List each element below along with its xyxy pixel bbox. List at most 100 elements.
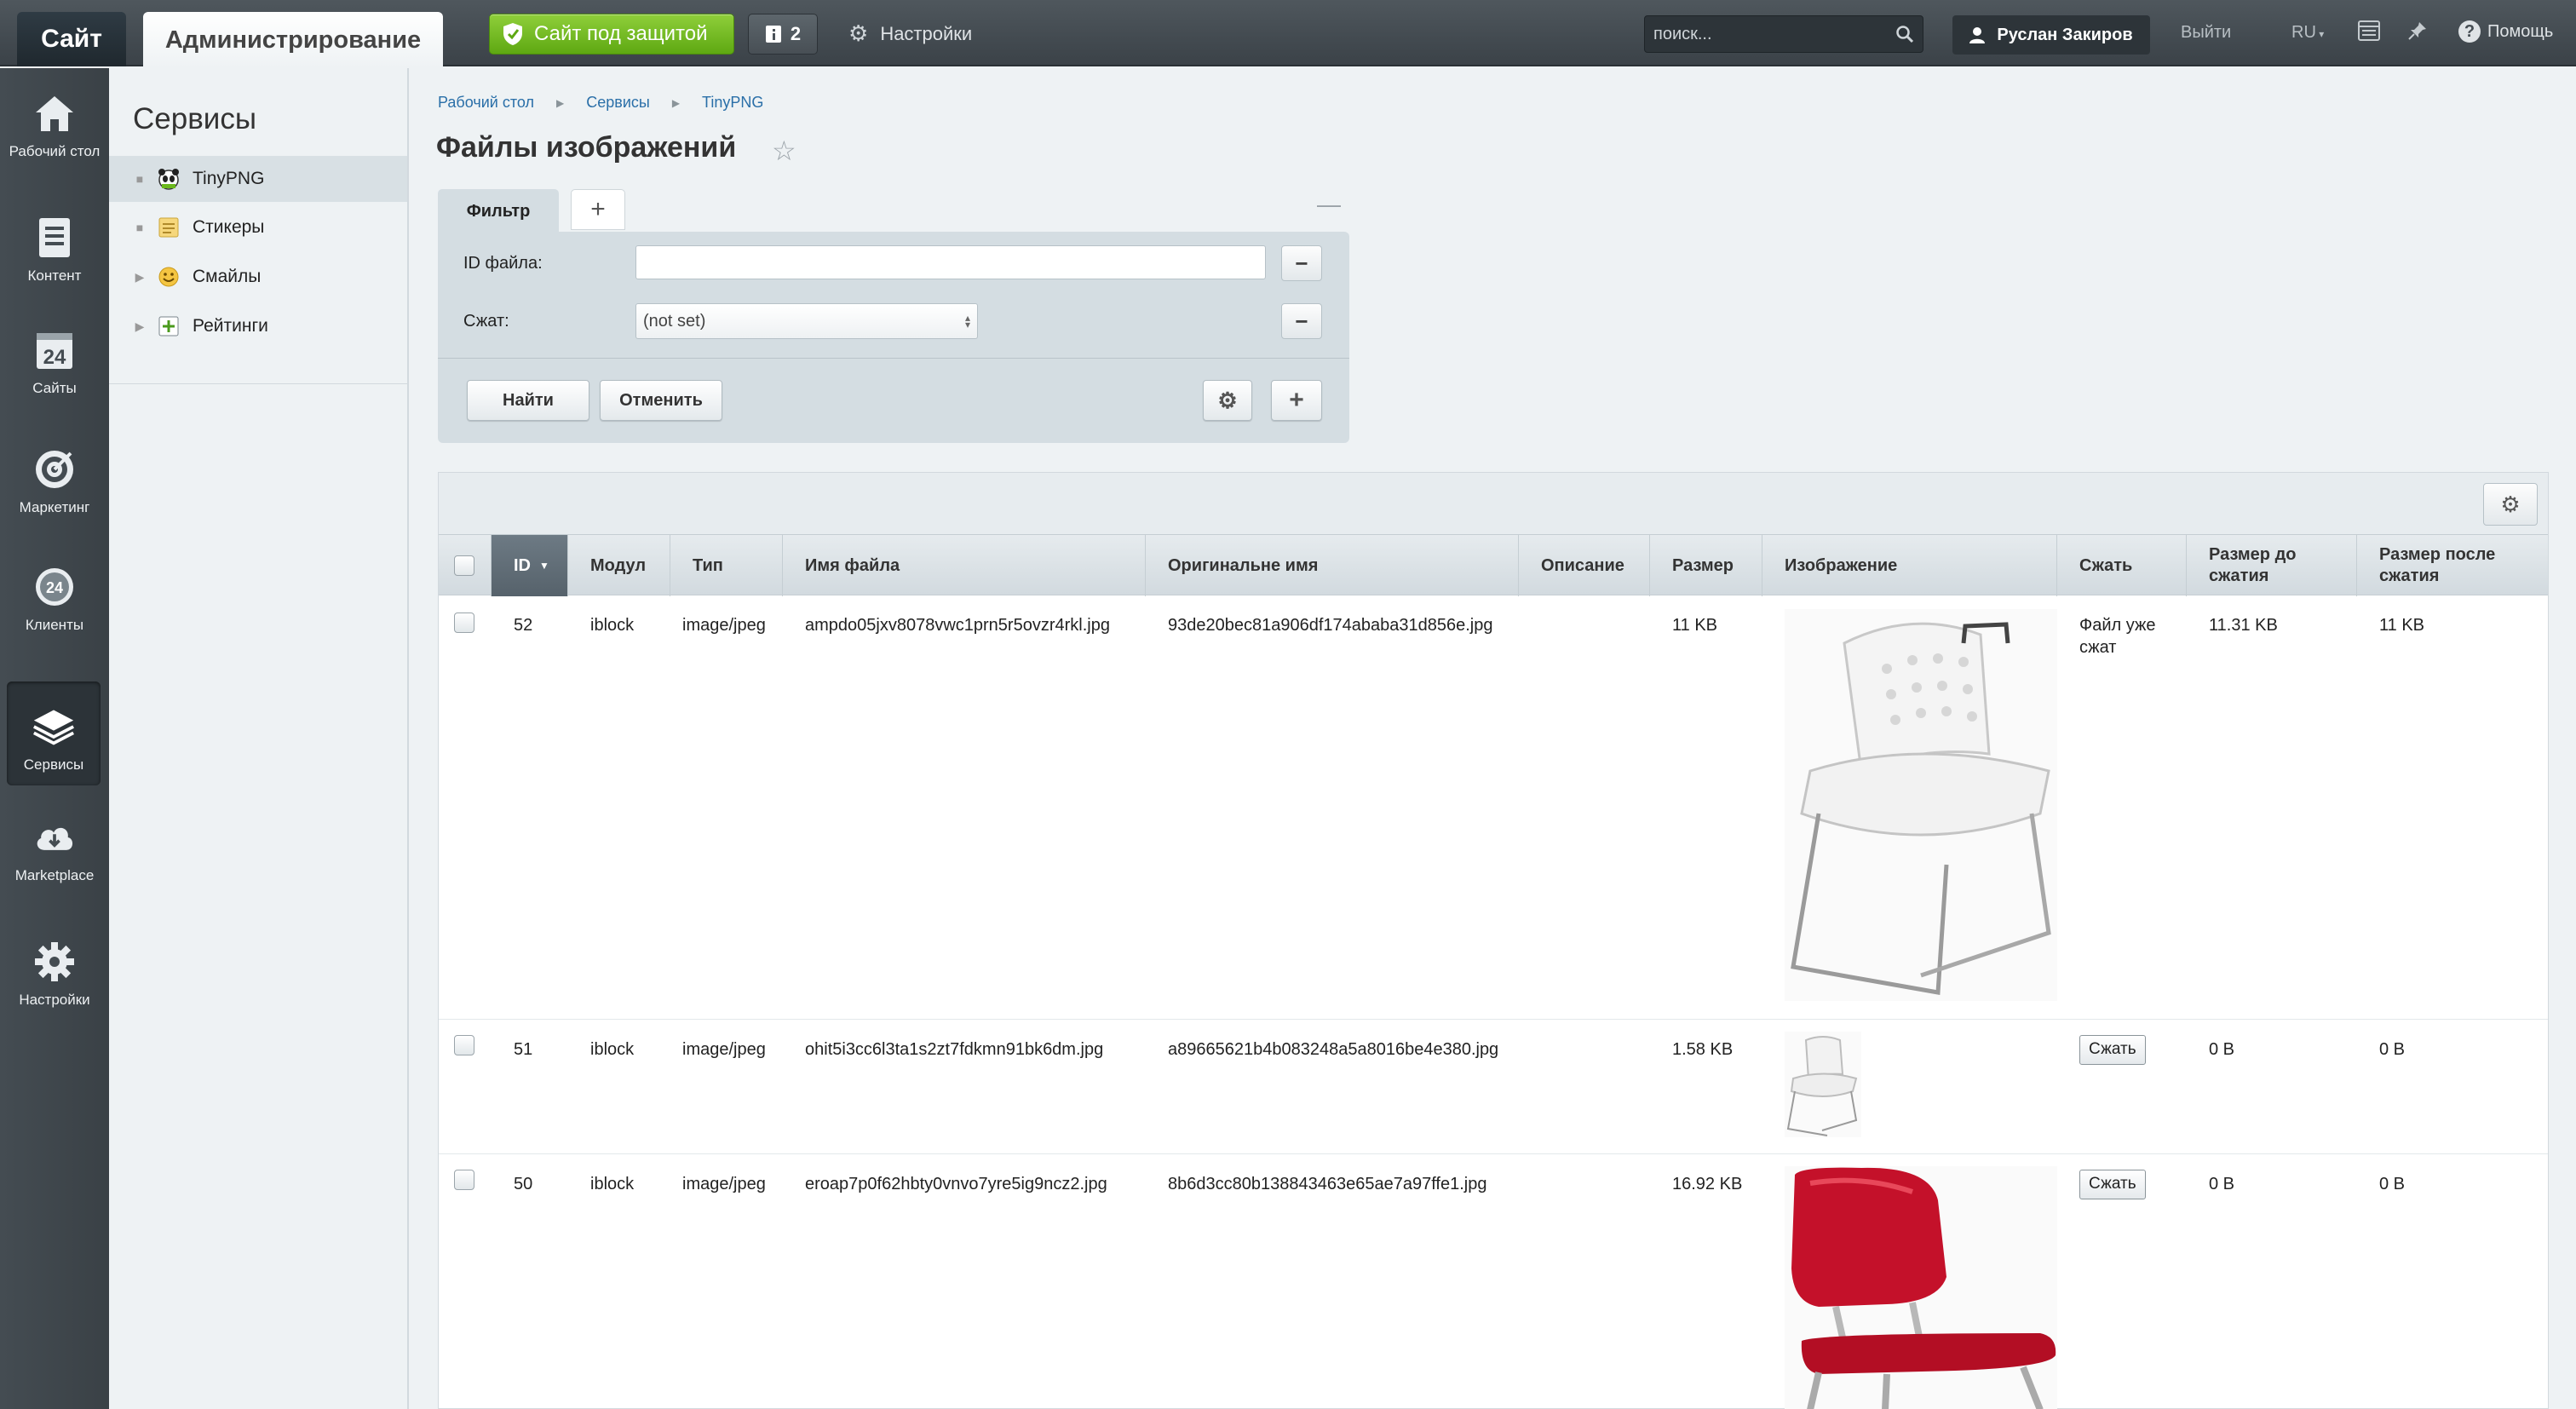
column-header-size-after[interactable]: Размер после сжатия <box>2357 535 2548 596</box>
search-input[interactable] <box>1653 24 1883 44</box>
site-tab[interactable]: Сайт <box>17 12 126 66</box>
admin-tab[interactable]: Администрирование <box>143 12 443 68</box>
breadcrumb-item[interactable]: Сервисы <box>586 94 650 112</box>
filter-settings-button[interactable]: ⚙ <box>1203 380 1252 421</box>
remove-compressed-filter-button[interactable]: − <box>1281 303 1322 339</box>
grid-settings-button[interactable]: ⚙ <box>2483 483 2538 526</box>
home-icon <box>33 92 76 135</box>
submenu-item-tinypng[interactable]: ■ TinyPNG <box>109 156 407 202</box>
select-all-checkbox[interactable] <box>454 555 474 576</box>
star-icon[interactable]: ☆ <box>772 135 796 167</box>
collapse-filter-icon[interactable]: — <box>1317 191 1341 218</box>
top-settings-link[interactable]: ⚙ Настройки <box>848 20 972 47</box>
table-row[interactable]: 51 iblock image/jpeg ohit5i3cc6l3ta1s2zt… <box>439 1020 2548 1154</box>
menu-marketing[interactable]: Маркетинг <box>0 424 109 533</box>
breadcrumb-item[interactable]: Рабочий стол <box>438 94 534 112</box>
column-header-label: ID <box>514 555 531 575</box>
cell-module: iblock <box>590 1040 635 1059</box>
gear-icon: ⚙ <box>848 20 869 46</box>
menu-marketplace[interactable]: Marketplace <box>0 792 109 901</box>
row-select-cell <box>439 595 474 639</box>
menu-sites-label: Сайты <box>32 380 77 396</box>
expand-arrow-icon[interactable]: ▶ <box>123 270 157 285</box>
sort-desc-icon: ▼ <box>539 559 549 572</box>
help-link[interactable]: ? Помощь <box>2458 20 2553 43</box>
cell-id: 51 <box>514 1040 533 1059</box>
table-row[interactable]: 50 iblock image/jpeg eroap7p0f62hbty0vnv… <box>439 1154 2548 1409</box>
cell-compress: Сжать <box>2057 1020 2146 1065</box>
cell-original-name: 93de20bec81a906df174ababa31d856e.jpg <box>1168 616 1493 635</box>
column-header-description[interactable]: Описание <box>1519 535 1650 596</box>
clients-icon: 24 <box>33 566 76 608</box>
window-icon[interactable] <box>2358 20 2380 47</box>
menu-settings[interactable]: Настройки <box>0 917 109 1026</box>
site-protected-button[interactable]: Сайт под защитой <box>489 14 734 55</box>
cell-size: 11 KB <box>1672 616 1717 635</box>
left-menu: Рабочий стол Контент 24 Сайты Маркетинг … <box>0 68 109 1409</box>
find-button[interactable]: Найти <box>467 380 589 421</box>
row-checkbox[interactable] <box>454 1170 474 1190</box>
breadcrumb-item[interactable]: TinyPNG <box>702 94 763 112</box>
smiley-icon <box>157 265 181 289</box>
add-filter-field-button[interactable]: + <box>1271 380 1322 421</box>
top-panel: Сайт Администрирование Сайт под защитой … <box>0 0 2576 68</box>
menu-desktop[interactable]: Рабочий стол <box>0 68 109 177</box>
cell-filename: ohit5i3cc6l3ta1s2zt7fdkmn91bk6dm.jpg <box>805 1040 1104 1059</box>
menu-services[interactable]: Сервисы <box>7 681 101 785</box>
column-header-size[interactable]: Размер <box>1650 535 1762 596</box>
remove-file-id-filter-button[interactable]: − <box>1281 245 1322 281</box>
row-checkbox[interactable] <box>454 1035 474 1055</box>
menu-clients-label: Клиенты <box>25 617 84 633</box>
plus-icon: + <box>590 195 606 223</box>
row-checkbox[interactable] <box>454 612 474 633</box>
pin-icon[interactable] <box>2407 20 2428 47</box>
menu-services-label: Сервисы <box>23 756 84 773</box>
submenu-item-label: Рейтинги <box>193 316 268 336</box>
filter-tab[interactable]: Фильтр <box>438 189 559 233</box>
red-chair-image[interactable] <box>1785 1166 2057 1409</box>
white-chair-image[interactable] <box>1785 609 2057 1001</box>
white-chair-small-image[interactable] <box>1785 1032 1861 1137</box>
cancel-button[interactable]: Отменить <box>600 380 722 421</box>
notifications-button[interactable]: 2 <box>748 14 818 55</box>
notifications-count: 2 <box>790 23 802 44</box>
breadcrumb-arrow-icon: ▶ <box>671 96 681 109</box>
column-header-module[interactable]: Модул <box>568 535 670 596</box>
submenu-item-smiles[interactable]: ▶ Смайлы <box>109 254 407 300</box>
compressed-select[interactable]: (not set) ▴ ▾ <box>635 303 978 339</box>
file-id-label: ID файла: <box>463 254 543 273</box>
site-protected-label: Сайт под защитой <box>534 22 708 45</box>
help-icon: ? <box>2458 20 2481 43</box>
table-row[interactable]: 52 iblock image/jpeg ampdo05jxv8078vwc1p… <box>439 595 2548 1020</box>
svg-text:24: 24 <box>43 346 66 369</box>
column-header-original-name[interactable]: Оригинальне имя <box>1146 535 1519 596</box>
filter-panel: ID файла: − Сжат: (not set) ▴ ▾ − Найти О… <box>438 232 1349 443</box>
user-profile-button[interactable]: Руслан Закиров <box>1952 15 2150 55</box>
menu-clients[interactable]: 24 Клиенты <box>0 542 109 651</box>
menu-sites[interactable]: 24 Сайты <box>0 305 109 414</box>
column-header-filename[interactable]: Имя файла <box>783 535 1146 596</box>
file-id-input[interactable] <box>635 245 1266 279</box>
search-icon[interactable] <box>1895 25 1914 43</box>
menu-content-label: Контент <box>27 267 82 284</box>
add-filter-tab-button[interactable]: + <box>571 189 625 230</box>
search-field[interactable] <box>1644 15 1923 53</box>
submenu-item-ratings[interactable]: ▶ Рейтинги <box>109 303 407 349</box>
column-header-id[interactable]: ID ▼ <box>492 535 568 596</box>
expand-arrow-icon[interactable]: ▶ <box>123 319 157 334</box>
language-selector[interactable]: RU ▾ <box>2291 23 2324 43</box>
column-header-image[interactable]: Изображение <box>1762 535 2057 596</box>
compress-button[interactable]: Сжать <box>2079 1170 2146 1199</box>
compress-button[interactable]: Сжать <box>2079 1035 2146 1065</box>
column-header-type[interactable]: Тип <box>670 535 783 596</box>
submenu-item-stickers[interactable]: ■ Стикеры <box>109 204 407 250</box>
logout-link[interactable]: Выйти <box>2181 23 2231 43</box>
select-arrows-icon: ▴ ▾ <box>964 312 970 331</box>
column-header-compress[interactable]: Сжать <box>2057 535 2187 596</box>
row-select-cell <box>439 1020 474 1061</box>
menu-content[interactable]: Контент <box>0 193 109 302</box>
column-header-size-before[interactable]: Размер до сжатия <box>2187 535 2357 596</box>
cell-description <box>1519 1154 1541 1173</box>
cell-id: 50 <box>514 1175 533 1193</box>
cell-id: 52 <box>514 616 533 635</box>
